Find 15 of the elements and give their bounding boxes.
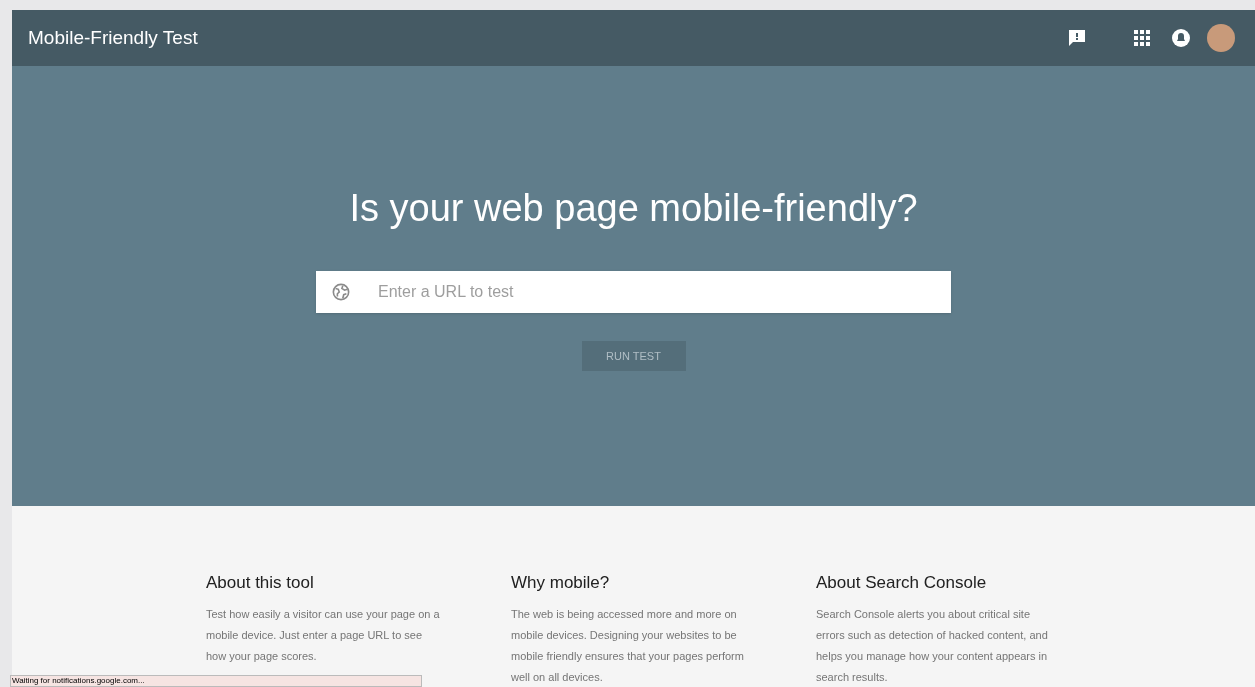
notification-bell-icon[interactable] (1171, 28, 1191, 48)
avatar[interactable] (1207, 24, 1235, 52)
apps-grid-icon[interactable] (1133, 29, 1151, 47)
column-text: Test how easily a visitor can use your page on a mobile device. Just enter a page URL to see how your page scores. (206, 606, 441, 664)
hero-heading: Is your web page mobile-friendly? (349, 186, 918, 231)
app-title: Mobile-Friendly Test (28, 25, 198, 50)
column-heading: Why mobile? (511, 572, 611, 594)
url-input[interactable]: Enter a URL to test (316, 271, 951, 313)
feedback-icon[interactable] (1067, 28, 1087, 48)
column-text: Search Console alerts you about critical site errors such as detection of hacked content, and helps you manage how your content appears in search results. (816, 606, 1049, 685)
column-text: The web is being accessed more and more on mobile devices. Designing your websites to be mobile friendly ensures that your pages perform well on all devices. (511, 606, 745, 685)
globe-icon (332, 283, 350, 301)
column-heading: About Search Console (816, 572, 988, 594)
browser-status-bar: Waiting for notifications.google.com... (10, 675, 422, 687)
column-heading: About this tool (206, 572, 315, 594)
